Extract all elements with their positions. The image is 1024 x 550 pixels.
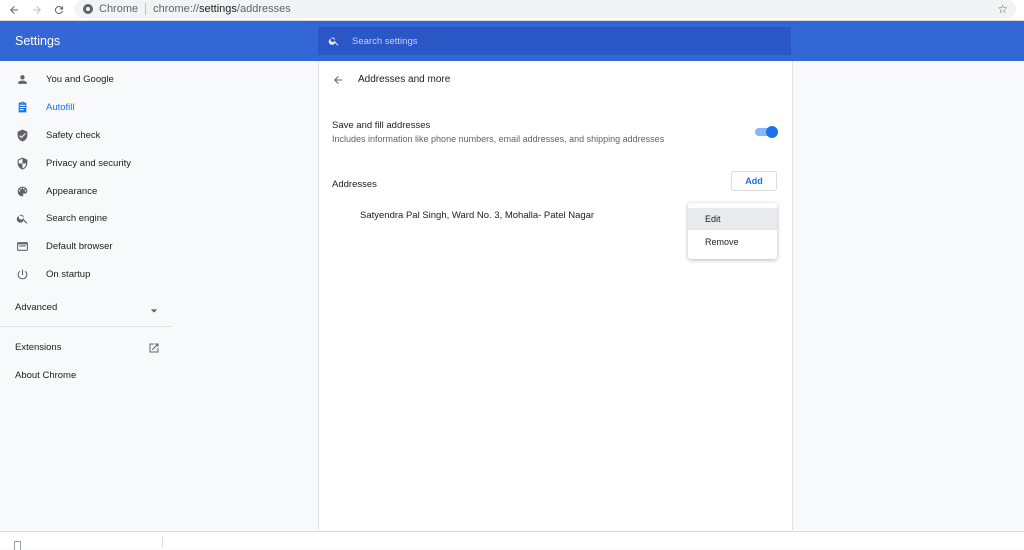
shield-check-icon <box>14 127 30 143</box>
site-name: Chrome <box>99 3 139 15</box>
downloads-bar <box>0 531 1024 549</box>
sidebar-item-default-browser[interactable]: Default browser <box>0 233 170 259</box>
sidebar-divider <box>0 326 172 327</box>
page-title: Settings <box>15 34 61 48</box>
chrome-icon <box>83 4 93 14</box>
sidebar-item-search-engine[interactable]: Search engine <box>0 205 170 231</box>
reload-icon[interactable] <box>50 1 68 19</box>
addresses-card <box>318 61 793 530</box>
shield-icon <box>14 155 30 171</box>
search-icon <box>14 210 30 226</box>
toggle-description: Includes information like phone numbers,… <box>332 134 665 144</box>
sidebar-item-appearance[interactable]: Appearance <box>0 178 170 204</box>
omnibox[interactable]: Chrome chrome://settings/addresses ☆ <box>74 0 1016 18</box>
sidebar-advanced[interactable]: Advanced <box>15 302 57 313</box>
sidebar-item-on-startup[interactable]: On startup <box>0 261 170 287</box>
open-in-new-icon[interactable] <box>148 341 160 359</box>
remove-menu-item[interactable]: Remove <box>688 231 777 253</box>
sidebar-item-label: You and Google <box>46 73 114 85</box>
sidebar-item-label: Safety check <box>46 129 101 141</box>
palette-icon <box>14 183 30 199</box>
sidebar-item-safety-check[interactable]: Safety check <box>0 122 170 148</box>
address-entry: Satyendra Pal Singh, Ward No. 3, Mohalla… <box>360 210 595 221</box>
sidebar-item-you-and-google[interactable]: You and Google <box>0 66 170 92</box>
addresses-heading: Addresses <box>332 179 377 190</box>
sidebar-item-label: Appearance <box>46 185 98 197</box>
power-icon <box>14 266 30 282</box>
sidebar-extensions[interactable]: Extensions <box>15 342 61 353</box>
sidebar-item-label: Autofill <box>46 101 75 113</box>
sidebar-item-label: Default browser <box>46 240 113 252</box>
add-address-button[interactable]: Add <box>731 171 777 191</box>
search-bar[interactable] <box>318 27 791 55</box>
search-icon <box>328 35 340 47</box>
back-icon[interactable] <box>5 1 23 19</box>
star-icon[interactable]: ☆ <box>997 2 1008 16</box>
toggle-title: Save and fill addresses <box>332 120 431 131</box>
sidebar-item-label: Privacy and security <box>46 157 132 169</box>
forward-icon[interactable] <box>28 1 46 19</box>
downloads-separator <box>162 536 163 548</box>
chevron-down-icon[interactable] <box>150 302 158 313</box>
sidebar-item-privacy[interactable]: Privacy and security <box>0 150 170 176</box>
sidebar-item-label: On startup <box>46 268 91 280</box>
browser-icon <box>14 238 30 254</box>
clipboard-icon <box>14 99 30 115</box>
person-icon <box>14 71 30 87</box>
section-title: Addresses and more <box>358 74 451 85</box>
sidebar-item-label: Search engine <box>46 212 108 224</box>
file-icon[interactable] <box>14 541 21 550</box>
edit-menu-item[interactable]: Edit <box>688 208 777 230</box>
back-arrow-icon[interactable] <box>332 73 344 91</box>
sidebar-item-autofill[interactable]: Autofill <box>0 94 170 120</box>
omnibox-separator <box>145 3 147 15</box>
toggle-knob[interactable] <box>766 126 778 138</box>
search-input[interactable] <box>350 34 774 48</box>
url-text: chrome://settings/addresses <box>153 3 291 15</box>
sidebar-about-chrome[interactable]: About Chrome <box>15 370 76 381</box>
